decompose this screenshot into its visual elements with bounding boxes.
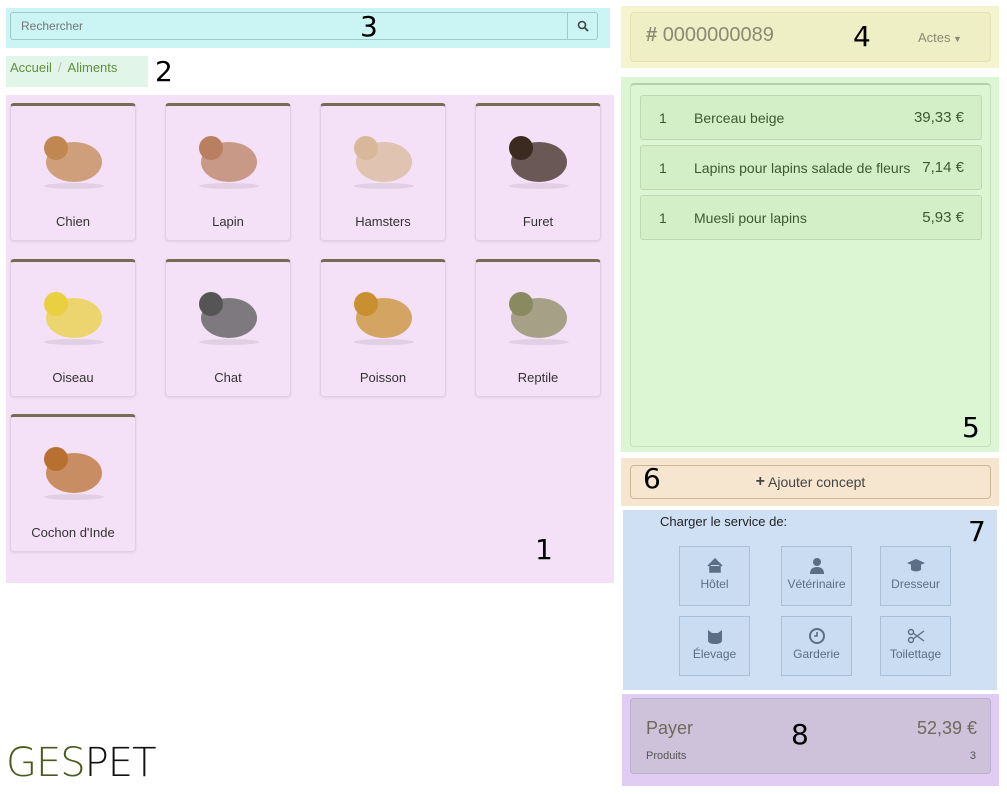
logo-part1: GES	[6, 740, 86, 786]
animal-image	[199, 136, 259, 189]
annotation-6: 6	[643, 462, 661, 495]
item-qty: 1	[659, 110, 667, 126]
scissors-icon	[907, 628, 924, 644]
category-card[interactable]: Chien	[10, 103, 136, 241]
category-label: Hamsters	[355, 214, 411, 229]
category-label: Reptile	[517, 370, 559, 385]
animal-image	[199, 292, 259, 345]
service-button[interactable]: Garderie	[781, 616, 852, 676]
order-item[interactable]: 1 Lapins pour lapins salade de fleurs 7,…	[640, 145, 982, 190]
category-card[interactable]: Cochon d'Inde	[10, 414, 136, 552]
item-price: 39,33 €	[913, 109, 964, 126]
service-button[interactable]: Hôtel	[679, 546, 750, 606]
annotation-5: 5	[962, 411, 980, 444]
category-label: Poisson	[359, 370, 407, 385]
pay-label: Payer	[646, 718, 694, 738]
search-icon	[577, 20, 589, 32]
order-item[interactable]: 1 Muesli pour lapins 5,93 €	[640, 195, 982, 240]
ticket-number-value: 0000000089	[662, 24, 774, 46]
service-label: Dresseur	[891, 577, 940, 591]
category-card[interactable]: Oiseau	[10, 259, 136, 397]
products-label: Produits	[646, 750, 687, 762]
clock-icon	[808, 628, 825, 644]
products-count: 3	[969, 750, 976, 762]
category-card[interactable]: Reptile	[475, 259, 601, 397]
item-name: Lapins pour lapins salade de fleurs	[694, 160, 911, 176]
item-qty: 1	[659, 160, 667, 176]
github-cat-icon	[707, 630, 722, 644]
gespet-logo: GESPET	[6, 740, 156, 786]
category-card[interactable]: Furet	[475, 103, 601, 241]
service-label: Élevage	[692, 647, 737, 661]
category-label: Chat	[214, 370, 242, 385]
search-input[interactable]	[10, 12, 568, 40]
animal-image	[44, 447, 104, 500]
category-card[interactable]: Chat	[165, 259, 291, 397]
add-concept-label: Ajouter concept	[768, 474, 866, 490]
doctor-icon	[809, 558, 824, 574]
add-concept-button[interactable]: + Ajouter concept	[630, 465, 991, 499]
item-name: Muesli pour lapins	[694, 210, 807, 226]
animal-image	[509, 292, 569, 345]
breadcrumb: Accueil / Aliments	[6, 56, 148, 87]
service-button[interactable]: Élevage	[679, 616, 750, 676]
service-button[interactable]: Toilettage	[880, 616, 951, 676]
logo-part2: PET	[84, 740, 157, 786]
actions-dropdown[interactable]: Actes ▼	[918, 30, 962, 45]
plus-icon: +	[755, 473, 766, 490]
service-button[interactable]: Vétérinaire	[781, 546, 852, 606]
graduation-cap-icon	[906, 559, 925, 572]
category-label: Lapin	[212, 214, 244, 229]
annotation-3: 3	[360, 10, 378, 43]
actions-label: Actes	[918, 30, 951, 45]
breadcrumb-current[interactable]: Aliments	[68, 60, 118, 75]
annotation-1: 1	[535, 533, 553, 566]
category-card[interactable]: Hamsters	[320, 103, 446, 241]
services-title: Charger le service de:	[660, 514, 788, 529]
hash-icon: #	[646, 24, 658, 46]
animal-image	[354, 136, 414, 189]
order-item[interactable]: 1 Berceau beige 39,33 €	[640, 95, 982, 140]
service-label: Toilettage	[889, 647, 942, 661]
item-price: 5,93 €	[922, 209, 964, 226]
category-label: Furet	[522, 214, 554, 229]
annotation-8: 8	[791, 718, 809, 751]
animal-image	[44, 292, 104, 345]
pay-total: 52,39 €	[916, 718, 977, 738]
service-label: Garderie	[793, 647, 840, 661]
search-button[interactable]	[567, 12, 598, 40]
annotation-4: 4	[853, 20, 871, 53]
item-qty: 1	[659, 210, 667, 226]
service-label: Vétérinaire	[787, 577, 846, 591]
category-label: Chien	[56, 214, 90, 229]
annotation-2: 2	[155, 55, 173, 88]
annotation-7: 7	[968, 515, 986, 548]
service-label: Hôtel	[700, 577, 729, 591]
breadcrumb-home[interactable]: Accueil	[10, 60, 52, 75]
category-label: Oiseau	[52, 370, 94, 385]
animal-image	[509, 136, 569, 189]
animal-image	[354, 292, 414, 345]
item-price: 7,14 €	[922, 159, 964, 176]
ticket-number: # 0000000089	[646, 24, 774, 47]
category-label: Cochon d'Inde	[31, 525, 115, 540]
service-button[interactable]: Dresseur	[880, 546, 951, 606]
home-icon	[706, 557, 723, 573]
item-name: Berceau beige	[694, 110, 785, 126]
animal-image	[44, 136, 104, 189]
category-card[interactable]: Poisson	[320, 259, 446, 397]
caret-down-icon: ▼	[950, 34, 962, 44]
category-card[interactable]: Lapin	[165, 103, 291, 241]
